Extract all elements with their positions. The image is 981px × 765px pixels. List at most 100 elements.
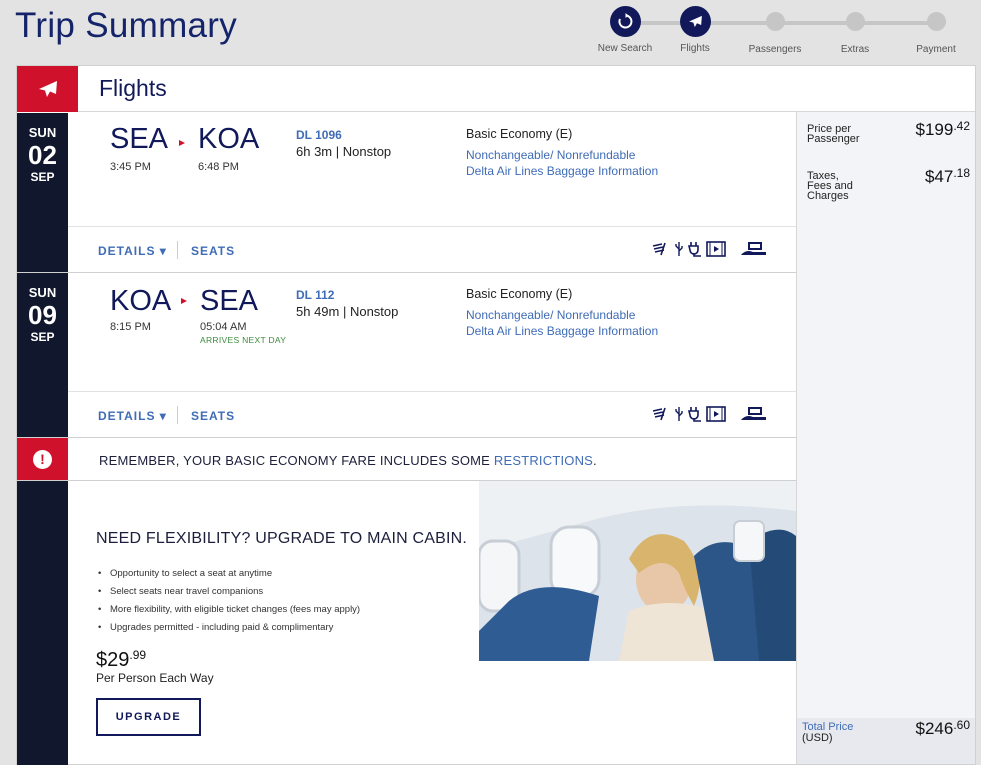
flights-header: Flights: [17, 66, 975, 112]
restrictions-message: REMEMBER, YOUR BASIC ECONOMY FARE INCLUD…: [99, 453, 494, 468]
currency-label: (USD): [802, 732, 833, 744]
day-of-week: SUN: [28, 125, 57, 140]
entertainment-icon: [706, 406, 726, 422]
total-price-box: Total Price (USD) $246.60: [797, 718, 975, 764]
step-label: Passengers: [748, 44, 802, 55]
dest-code: KOA: [198, 123, 260, 155]
step-dot: [845, 12, 865, 31]
seat-icon: [741, 242, 766, 255]
seat-icon: [741, 407, 766, 420]
benefit-item: Select seats near travel companions: [98, 586, 360, 604]
flight-segment: KOA SEA 8:15 PM 05:04 AM ARRIVES NEXT DA…: [68, 273, 796, 437]
flight-number[interactable]: DL 112: [296, 288, 334, 302]
depart-time: 3:45 PM: [110, 161, 151, 173]
month: SEP: [30, 330, 55, 344]
origin-code: KOA: [110, 285, 172, 317]
step-dot: [765, 12, 785, 31]
dest-code: SEA: [200, 285, 259, 317]
restrictions-link[interactable]: RESTRICTIONS: [494, 453, 593, 468]
step-label: Flights: [680, 43, 710, 54]
depart-time: 8:15 PM: [110, 321, 151, 333]
date-rail: SUN 02 SEP: [17, 113, 68, 272]
arrives-next-day-note: ARRIVES NEXT DAY: [200, 335, 287, 345]
step-new-search[interactable]: New Search: [590, 6, 660, 54]
day-number: 02: [28, 140, 57, 170]
details-toggle[interactable]: DETAILS ▾: [98, 409, 167, 423]
day-number: 09: [28, 300, 57, 330]
cabin-photo: [479, 481, 796, 661]
restrictions-text: REMEMBER, YOUR BASIC ECONOMY FARE INCLUD…: [99, 453, 597, 468]
price-per-passenger-value: $199.42: [915, 119, 970, 139]
total-price-label: Total Price (USD): [802, 722, 853, 744]
progress-stepper: New Search Flights Passengers Extras Pay…: [590, 6, 970, 58]
fare-rules-link[interactable]: Nonchangeable/ Nonrefundable: [466, 308, 635, 322]
power-icon: [688, 242, 701, 257]
flight-duration: 5h 49m | Nonstop: [296, 304, 399, 319]
details-toggle[interactable]: DETAILS ▾: [98, 244, 167, 258]
taxes-value: $47.18: [924, 166, 970, 186]
arrive-time: 6:48 PM: [198, 161, 239, 173]
baggage-info-link[interactable]: Delta Air Lines Baggage Information: [466, 324, 658, 338]
flight-duration: 6h 3m | Nonstop: [296, 144, 392, 159]
benefit-item: Opportunity to select a seat at anytime: [98, 568, 360, 586]
step-flights[interactable]: Flights: [660, 6, 730, 54]
divider: [177, 241, 178, 259]
segment-footer: DETAILS ▾ SEATS: [68, 391, 796, 437]
restrictions-end: .: [593, 453, 597, 468]
entertainment-icon: [706, 241, 726, 257]
step-extras: Extras: [820, 6, 890, 55]
step-payment: Payment: [901, 6, 971, 55]
fare-rules-link[interactable]: Nonchangeable/ Nonrefundable: [466, 148, 635, 162]
flight-number[interactable]: DL 1096: [296, 128, 342, 142]
seats-link[interactable]: SEATS: [191, 409, 235, 423]
route-arrow-icon: [179, 140, 185, 146]
route-arrow-icon: [181, 298, 187, 304]
restrictions-banner: ! REMEMBER, YOUR BASIC ECONOMY FARE INCL…: [17, 437, 796, 481]
page-title: Trip Summary: [15, 6, 238, 45]
baggage-info-link[interactable]: Delta Air Lines Baggage Information: [466, 164, 658, 178]
upgrade-upsell: NEED FLEXIBILITY? UPGRADE TO MAIN CABIN.…: [17, 481, 796, 765]
alert-icon: !: [17, 438, 68, 480]
upgrade-price-note: Per Person Each Way: [96, 671, 214, 685]
day-of-week: SUN: [28, 285, 57, 300]
total-price-value: $246.60: [915, 718, 970, 738]
refresh-icon[interactable]: [609, 6, 641, 37]
upgrade-button[interactable]: UPGRADE: [96, 698, 201, 736]
power-icon: [688, 407, 701, 422]
plane-icon: [679, 6, 711, 37]
step-label: Extras: [840, 44, 870, 55]
amenities: [652, 406, 768, 422]
fare-class: Basic Economy (E): [466, 287, 573, 301]
step-label: Payment: [916, 44, 956, 55]
price-summary: Price per Passenger $199.42 Taxes, Fees …: [796, 112, 975, 764]
arrive-time: 05:04 AM: [200, 321, 247, 333]
wifi-icon: [652, 407, 666, 421]
taxes-row: Taxes, Fees and Charges $47.18: [807, 166, 970, 202]
step-dot: [926, 12, 946, 31]
price-per-passenger-row: Price per Passenger $199.42: [807, 119, 970, 145]
upgrade-price: $29.99: [96, 648, 147, 671]
upsell-benefits: Opportunity to select a seat at anytime …: [98, 568, 360, 640]
plane-icon: [17, 66, 78, 112]
segment-footer: DETAILS ▾ SEATS: [68, 226, 796, 272]
trip-card: Flights SUN 02 SEP SEA KOA 3:45 PM 6:48 …: [16, 65, 976, 765]
divider: [177, 406, 178, 424]
upsell-rail: [17, 481, 68, 765]
flights-title: Flights: [99, 75, 167, 101]
usb-icon: [675, 407, 683, 421]
benefit-item: Upgrades permitted - including paid & co…: [98, 622, 360, 640]
price-per-passenger-label: Price per Passenger: [807, 123, 860, 145]
amenities: [652, 241, 768, 257]
wifi-icon: [652, 242, 666, 256]
usb-icon: [675, 242, 683, 256]
step-passengers: Passengers: [740, 6, 810, 55]
month: SEP: [30, 170, 55, 184]
taxes-label: Taxes, Fees and Charges: [807, 170, 853, 202]
benefit-item: More flexibility, with eligible ticket c…: [98, 604, 360, 622]
flight-segment: SEA KOA 3:45 PM 6:48 PM DL 1096 6h 3m | …: [68, 113, 796, 272]
seats-link[interactable]: SEATS: [191, 244, 235, 258]
origin-code: SEA: [110, 123, 169, 155]
upsell-title: NEED FLEXIBILITY? UPGRADE TO MAIN CABIN.: [96, 530, 468, 547]
date-rail: SUN 09 SEP: [17, 273, 68, 437]
step-label: New Search: [597, 43, 653, 54]
